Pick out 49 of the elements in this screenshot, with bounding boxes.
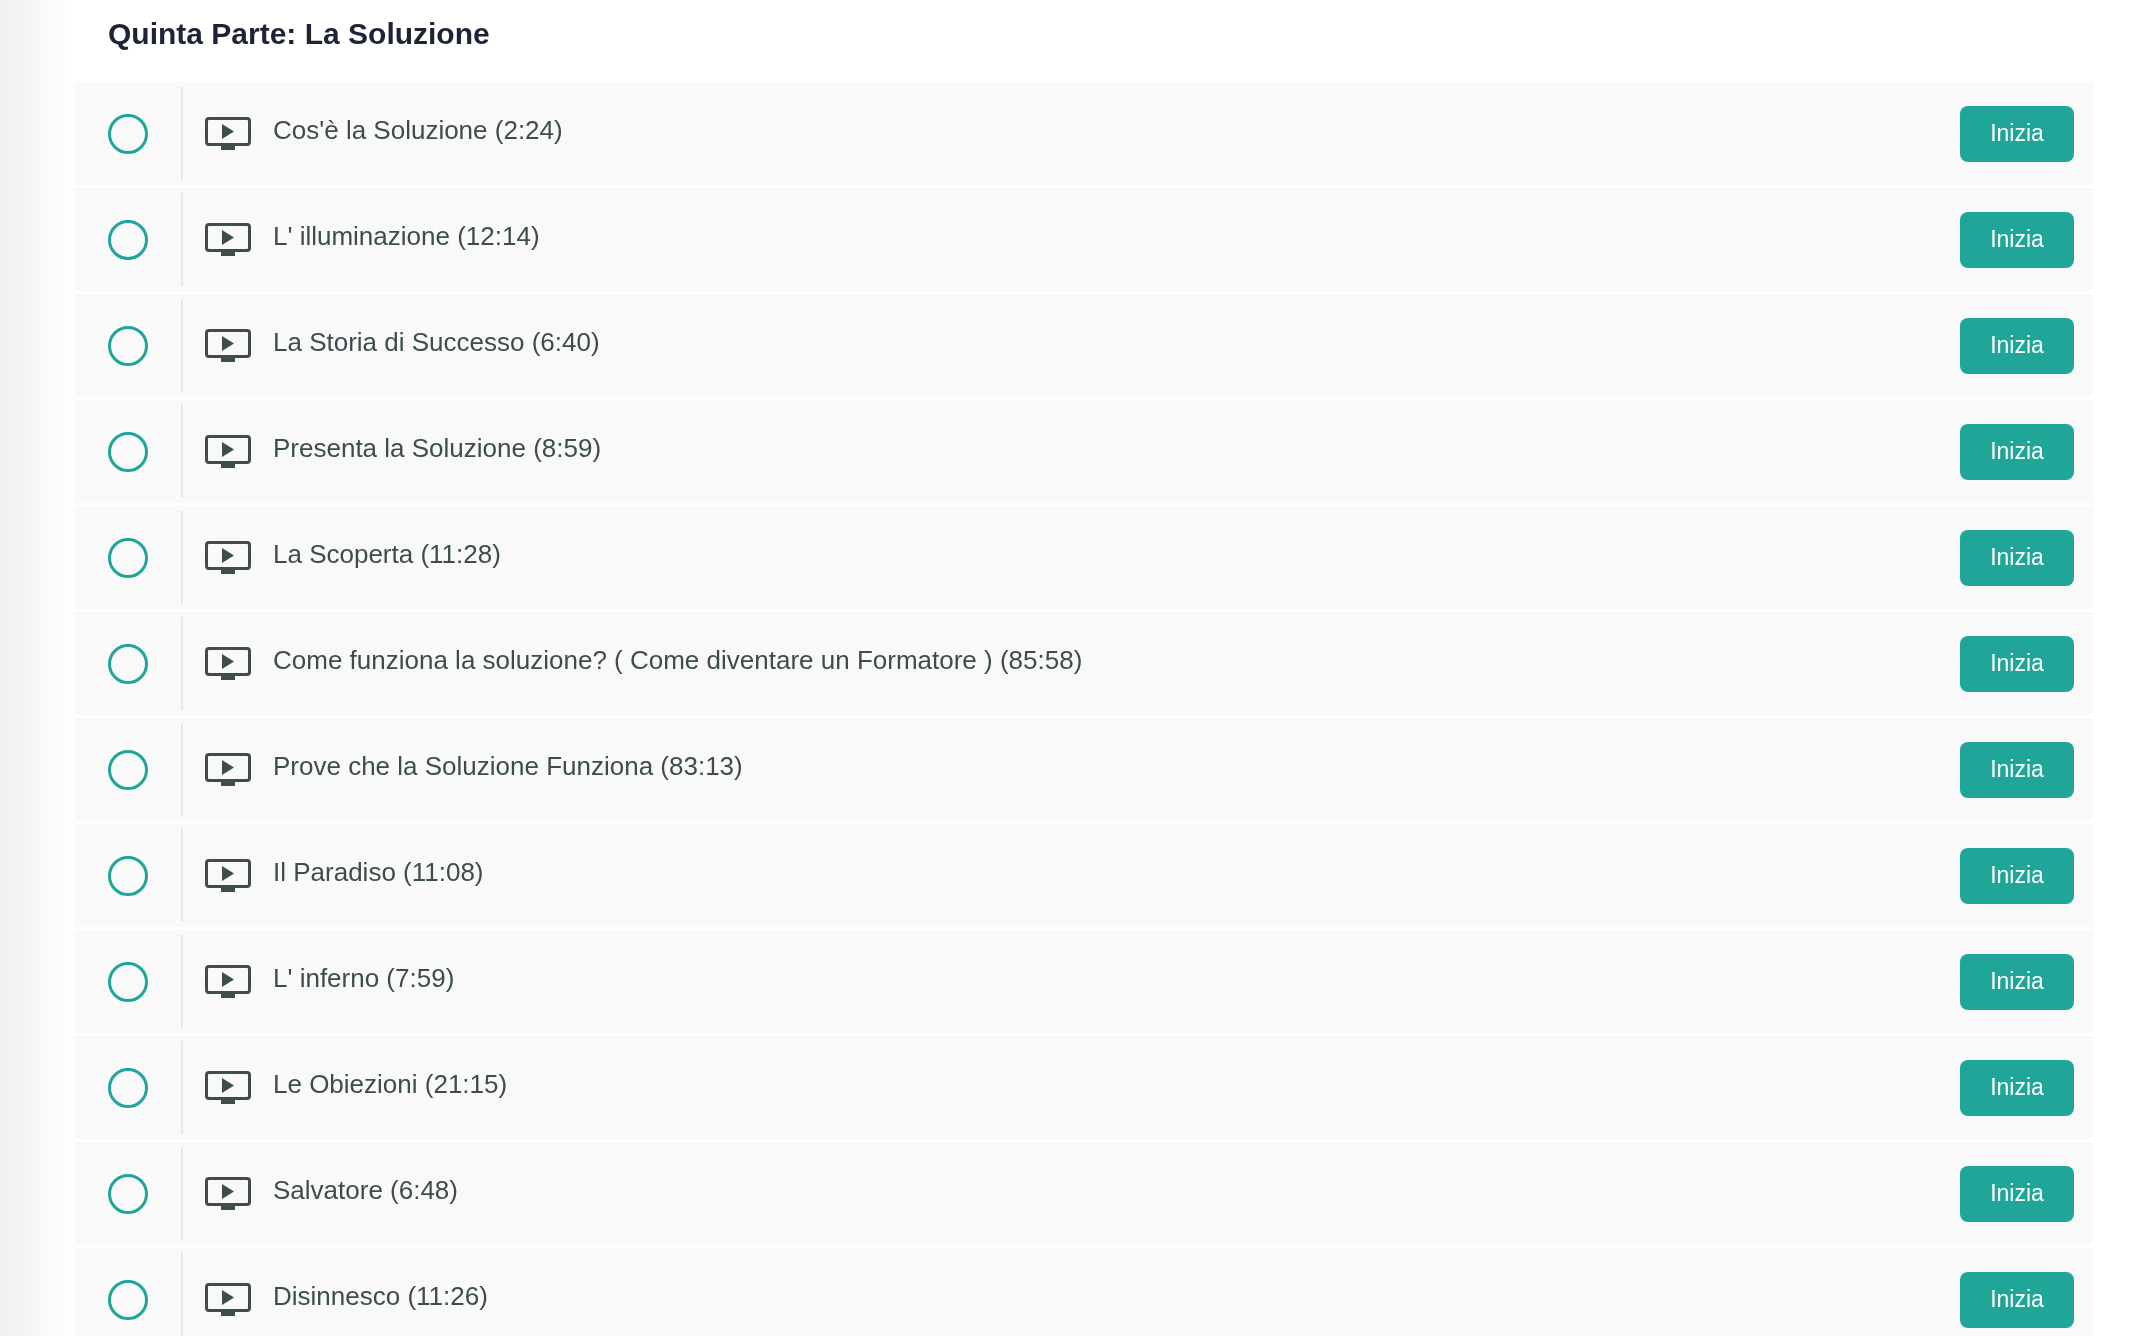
completion-circle[interactable] — [108, 855, 148, 896]
lesson-title[interactable]: La Scoperta (11:28) — [273, 539, 1960, 576]
video-play-icon — [205, 1282, 251, 1317]
video-play-icon — [205, 646, 251, 681]
lesson-row[interactable]: Prove che la Soluzione Funziona (83:13) Inizia — [75, 718, 2093, 821]
video-play-icon — [205, 116, 251, 151]
lesson-row[interactable]: Salvatore (6:48) Inizia — [75, 1142, 2093, 1245]
lesson-row[interactable]: L' inferno (7:59) Inizia — [75, 930, 2093, 1033]
completion-circle[interactable] — [108, 961, 148, 1002]
video-play-icon — [205, 1070, 251, 1105]
lesson-row[interactable]: La Scoperta (11:28) Inizia — [75, 506, 2093, 609]
lesson-title[interactable]: Le Obiezioni (21:15) — [273, 1069, 1960, 1106]
lesson-title[interactable]: Disinnesco (11:26) — [273, 1281, 1960, 1318]
completion-circle[interactable] — [108, 537, 148, 578]
video-play-icon — [205, 752, 251, 787]
lesson-title[interactable]: L' illuminazione (12:14) — [273, 221, 1960, 258]
lesson-row[interactable]: Le Obiezioni (21:15) Inizia — [75, 1036, 2093, 1139]
completion-circle[interactable] — [108, 1067, 148, 1108]
section-title: Quinta Parte: La Soluzione — [107, 16, 491, 52]
lesson-title[interactable]: L' inferno (7:59) — [273, 963, 1960, 1000]
lesson-row[interactable]: La Storia di Successo (6:40) Inizia — [75, 294, 2093, 397]
lesson-title[interactable]: La Storia di Successo (6:40) — [273, 327, 1960, 364]
completion-circle[interactable] — [108, 219, 148, 260]
video-play-icon — [205, 328, 251, 363]
completion-circle[interactable] — [108, 749, 148, 790]
completion-circle[interactable] — [108, 1279, 148, 1320]
video-play-icon — [205, 858, 251, 893]
completion-circle[interactable] — [108, 1173, 148, 1214]
lesson-row[interactable]: L' illuminazione (12:14) Inizia — [75, 188, 2093, 291]
lesson-row[interactable]: Cos'è la Soluzione (2:24) Inizia — [75, 82, 2093, 185]
video-play-icon — [205, 964, 251, 999]
lesson-title[interactable]: Cos'è la Soluzione (2:24) — [273, 115, 1960, 152]
video-play-icon — [205, 434, 251, 469]
video-play-icon — [205, 1176, 251, 1211]
lesson-row[interactable]: Presenta la Soluzione (8:59) Inizia — [75, 400, 2093, 503]
completion-circle[interactable] — [108, 431, 148, 472]
lesson-title[interactable]: Presenta la Soluzione (8:59) — [273, 433, 1960, 470]
lesson-title[interactable]: Salvatore (6:48) — [273, 1175, 1960, 1212]
completion-circle[interactable] — [108, 643, 148, 684]
lesson-row[interactable]: Il Paradiso (11:08) Inizia — [75, 824, 2093, 927]
lesson-title[interactable]: Come funziona la soluzione? ( Come diventare un Formatore ) (85:58) — [273, 645, 1960, 682]
lesson-title[interactable]: Il Paradiso (11:08) — [273, 857, 1960, 894]
lesson-row[interactable]: Come funziona la soluzione? ( Come diventare un Formatore ) (85:58) Inizia — [75, 612, 2093, 715]
lesson-row[interactable]: Disinnesco (11:26) Inizia — [75, 1248, 2093, 1336]
completion-circle[interactable] — [108, 325, 148, 366]
video-play-icon — [205, 222, 251, 257]
video-play-icon — [205, 540, 251, 575]
lesson-title[interactable]: Prove che la Soluzione Funziona (83:13) — [273, 751, 1960, 788]
completion-circle[interactable] — [108, 113, 148, 154]
